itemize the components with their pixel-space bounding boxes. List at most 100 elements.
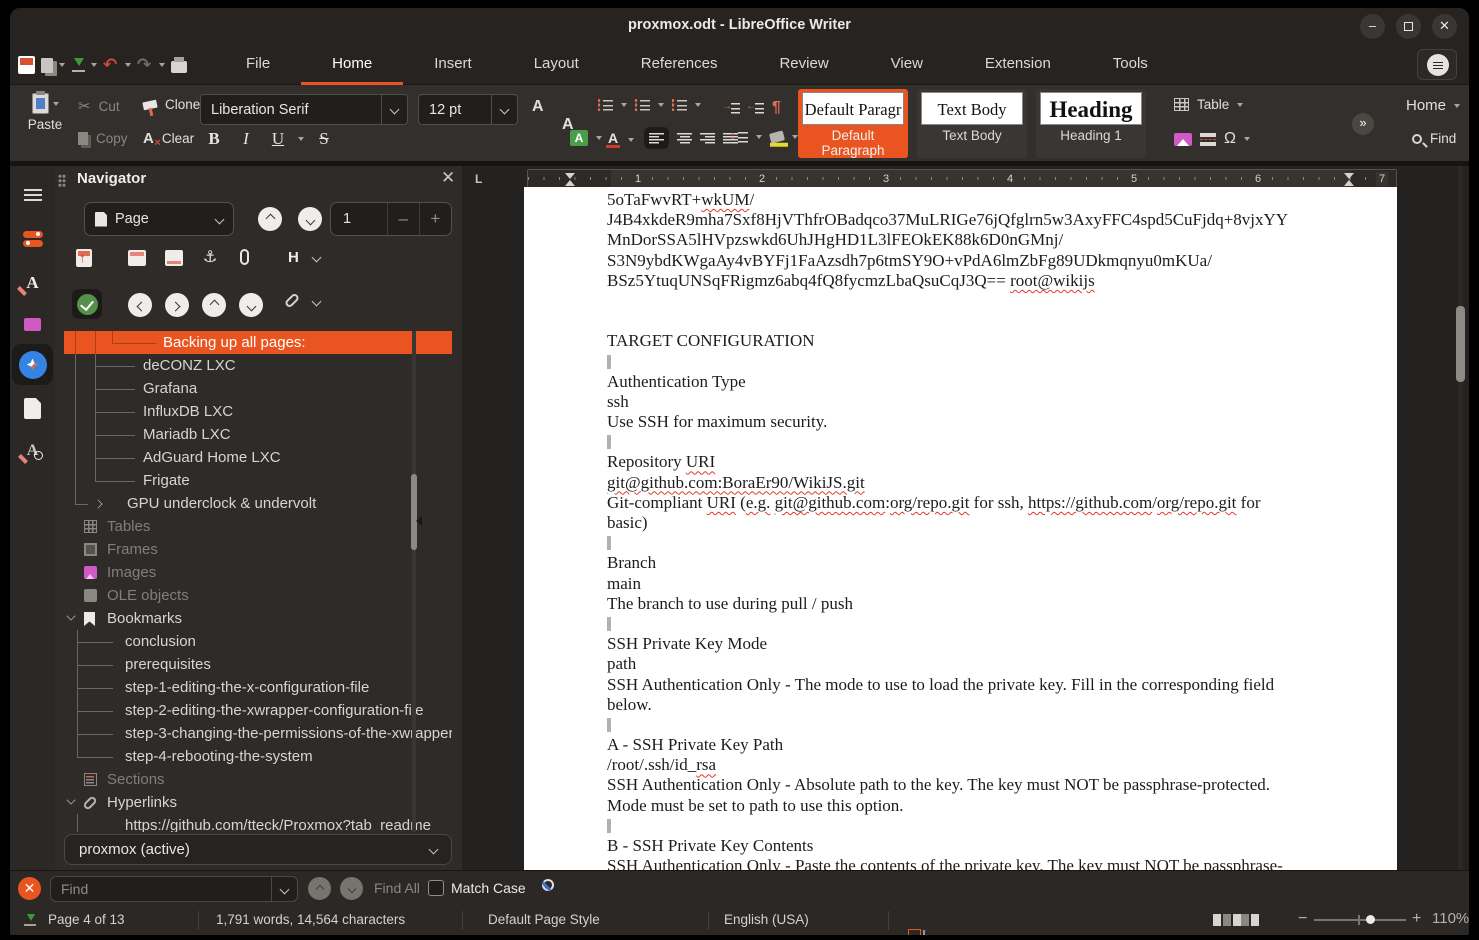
multi-page-view-icon2[interactable] xyxy=(1233,914,1241,926)
tab-view[interactable]: View xyxy=(860,45,954,85)
document-scrollbar-thumb[interactable] xyxy=(1456,306,1465,382)
redo-icon[interactable]: ↷ xyxy=(137,56,153,74)
numbered-list-icon[interactable] xyxy=(635,99,650,111)
insert-mode-icon[interactable] xyxy=(908,929,921,935)
chevron-down-icon[interactable] xyxy=(621,103,627,107)
chevron-down-icon[interactable] xyxy=(1237,103,1243,107)
nav-tree-item[interactable]: https://github.com/tteck/Proxmox?tab_rea… xyxy=(64,814,452,832)
print-icon[interactable] xyxy=(171,61,187,73)
menubar-toggle-button[interactable] xyxy=(1417,49,1457,80)
chevron-down-icon[interactable] xyxy=(756,135,762,139)
nav-tree-item[interactable]: OLE objects xyxy=(64,584,452,607)
nav-tree-item[interactable]: conclusion xyxy=(64,630,452,653)
cut-button[interactable]: ✂ Cut xyxy=(78,97,120,115)
increase-indent-icon[interactable] xyxy=(724,102,740,114)
next-item-button[interactable] xyxy=(165,293,189,317)
chevron-down-icon[interactable] xyxy=(298,137,304,141)
style-heading-1[interactable]: HeadingHeading 1 xyxy=(1036,89,1146,158)
nav-tree-item[interactable]: GPU underclock & undervolt xyxy=(64,492,452,515)
left-indent-marker[interactable] xyxy=(565,173,575,179)
maximize-button[interactable] xyxy=(1396,14,1421,39)
decrease-indent-icon[interactable] xyxy=(748,102,764,114)
demote-chapter-button[interactable] xyxy=(239,293,263,317)
anchor-text-button[interactable]: ⚓ xyxy=(203,247,217,267)
table-button[interactable]: Table xyxy=(1174,97,1243,112)
nav-tree-item[interactable]: Bookmarks xyxy=(64,607,452,630)
style-default-paragraph[interactable]: Default ParagrDefault Paragraph xyxy=(798,89,908,158)
page-number-decrement[interactable]: – xyxy=(387,203,419,235)
copy-button[interactable]: Copy xyxy=(78,131,128,146)
new-document-icon[interactable] xyxy=(18,56,35,74)
collapse-icon[interactable] xyxy=(66,795,75,804)
close-button[interactable]: ✕ xyxy=(1432,14,1457,39)
page-break-icon[interactable] xyxy=(1200,133,1216,146)
tab-references[interactable]: References xyxy=(610,45,749,85)
save-icon[interactable] xyxy=(71,56,85,74)
find-next-button[interactable] xyxy=(340,877,363,900)
tab-extension[interactable]: Extension xyxy=(954,45,1082,85)
find-and-replace-icon[interactable] xyxy=(542,879,554,891)
align-left-button[interactable] xyxy=(644,127,669,149)
bold-button[interactable]: B xyxy=(202,129,226,149)
special-character-icon[interactable]: Ω xyxy=(1224,130,1236,148)
paragraph-background-icon[interactable] xyxy=(769,130,785,143)
find-close-button[interactable]: ✕ xyxy=(18,877,41,900)
footer-button[interactable] xyxy=(165,250,183,266)
tab-home[interactable]: Home xyxy=(301,45,403,85)
font-size-combo[interactable]: 12 pt xyxy=(418,94,518,125)
tab-insert[interactable]: Insert xyxy=(403,45,503,85)
set-reminder-button[interactable] xyxy=(240,249,249,265)
promote-chapter-button[interactable] xyxy=(202,293,226,317)
tab-layout[interactable]: Layout xyxy=(503,45,610,85)
nav-tree-item[interactable]: Tables xyxy=(64,515,452,538)
page-info[interactable]: Page 4 of 13 xyxy=(48,912,125,927)
toggle-master-view-button[interactable] xyxy=(76,249,92,267)
nav-tree-item[interactable]: step-1-editing-the-x-configuration-file xyxy=(64,676,452,699)
line-spacing-icon[interactable] xyxy=(732,131,748,143)
nav-tree-item[interactable]: AdGuard Home LXC xyxy=(64,446,452,469)
sidebar-collapse-icon[interactable] xyxy=(416,516,422,526)
chevron-down-icon[interactable] xyxy=(91,63,97,67)
text-language[interactable]: English (USA) xyxy=(724,912,809,927)
home-context-menu[interactable]: Home xyxy=(1406,97,1460,114)
book-view-icon2[interactable] xyxy=(1251,914,1259,926)
tab-tools[interactable]: Tools xyxy=(1082,45,1179,85)
align-right-icon[interactable] xyxy=(700,132,715,144)
nav-tree-item[interactable]: Sections xyxy=(64,768,452,791)
nav-tree-item[interactable]: Grafana xyxy=(64,377,452,400)
toolbar-overflow-button[interactable]: » xyxy=(1352,113,1374,135)
tab-review[interactable]: Review xyxy=(748,45,859,85)
header-button[interactable] xyxy=(128,250,146,266)
page-style[interactable]: Default Page Style xyxy=(488,912,600,927)
right-indent-marker[interactable] xyxy=(1344,173,1354,179)
find-toggle-button[interactable]: Find xyxy=(1412,131,1456,146)
book-view-icon[interactable] xyxy=(1241,914,1249,926)
nav-tree-item[interactable]: Mariadb LXC xyxy=(64,423,452,446)
nav-tree-item[interactable]: step-4-rebooting-the-system xyxy=(64,745,452,768)
zoom-in-button[interactable]: + xyxy=(1412,910,1421,928)
nav-tree-item[interactable]: deCONZ LXC xyxy=(64,354,452,377)
find-all-button[interactable]: Find All xyxy=(374,880,420,896)
drag-mode-dropdown[interactable] xyxy=(313,298,320,305)
find-input[interactable] xyxy=(51,877,271,901)
chevron-down-icon[interactable] xyxy=(1244,137,1250,141)
document-scrollbar[interactable] xyxy=(1458,166,1463,870)
clear-formatting-button[interactable]: A Clear xyxy=(143,130,194,147)
font-size-dropdown[interactable] xyxy=(491,95,517,124)
find-history-dropdown[interactable] xyxy=(271,877,297,901)
formatting-marks-icon[interactable]: ¶ xyxy=(772,99,781,117)
zoom-slider-track[interactable] xyxy=(1314,919,1406,921)
page-number-spinner[interactable]: 1 – + xyxy=(330,202,452,236)
chevron-down-icon[interactable] xyxy=(1454,104,1460,108)
active-document-selector[interactable]: proxmox (active) xyxy=(64,834,452,865)
drag-mode-button[interactable] xyxy=(288,293,296,308)
chevron-down-icon[interactable] xyxy=(658,103,664,107)
tab-file[interactable]: File xyxy=(215,45,301,85)
navigate-by-combo[interactable]: Page xyxy=(84,202,234,236)
font-name-dropdown[interactable] xyxy=(381,95,407,124)
chevron-down-icon[interactable] xyxy=(125,63,131,67)
bullet-list-icon[interactable] xyxy=(598,99,613,111)
font-color-button[interactable]: A xyxy=(606,132,634,148)
nav-tree-item[interactable]: Images xyxy=(64,561,452,584)
collapse-icon[interactable] xyxy=(66,611,75,620)
